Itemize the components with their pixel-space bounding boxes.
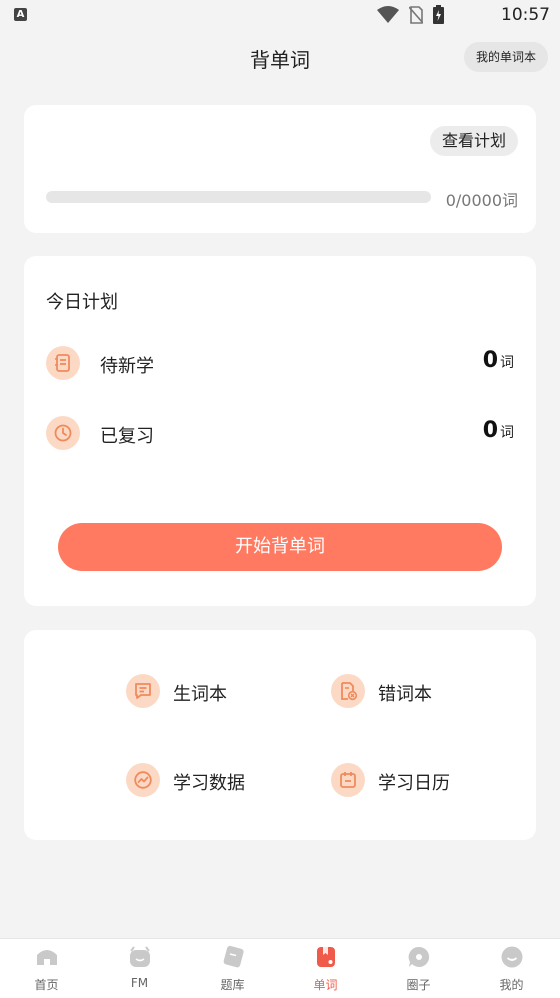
home-icon (37, 950, 57, 965)
study-data-item[interactable]: 学习数据 (126, 761, 306, 801)
status-icons (377, 5, 444, 24)
notebook-icon (46, 346, 80, 380)
stat-number: 0 (482, 418, 498, 443)
view-plan-button[interactable]: 查看计划 (429, 126, 518, 156)
wifi-icon (377, 5, 399, 23)
tab-label: 题库 (220, 978, 245, 992)
clock-icon (46, 416, 80, 450)
word-book-icon (317, 947, 335, 967)
stat-label: 已复习 (100, 426, 154, 447)
header: 背单词 我的单词本 (0, 30, 560, 84)
app-notification-icon: A (14, 8, 27, 21)
tab-question-bank[interactable]: 题库 (186, 939, 279, 998)
wrong-word-doc-icon (331, 674, 365, 708)
stat-value: 0 词 (483, 418, 514, 443)
tab-profile[interactable]: 我的 (465, 939, 558, 998)
wrong-words-book-item[interactable]: 错词本 (331, 672, 511, 712)
reviewed-row: 已复习 0 词 (46, 414, 514, 454)
progress-bar (46, 191, 431, 203)
bottom-tab-bar: 首页 FM 题库 单词 圈子 我的 (0, 938, 560, 998)
tab-home[interactable]: 首页 (0, 939, 93, 998)
status-bar: A 10:57 (0, 0, 560, 30)
tab-label: 圈子 (406, 978, 431, 992)
tab-fm[interactable]: FM (93, 939, 186, 998)
tool-label: 学习数据 (173, 773, 245, 794)
tool-label: 错词本 (378, 684, 432, 705)
no-sim-icon (409, 5, 423, 24)
today-plan-card: 今日计划 待新学 0 词 已复习 0 词 开始背单词 (24, 256, 536, 606)
profile-icon (501, 946, 523, 968)
tool-label: 生词本 (173, 684, 227, 705)
stat-unit: 词 (500, 425, 514, 441)
tab-label: 首页 (34, 978, 59, 992)
stat-unit: 词 (500, 355, 514, 371)
new-words-book-item[interactable]: 生词本 (126, 672, 306, 712)
start-memorize-button[interactable]: 开始背单词 (58, 523, 502, 571)
progress-card: 查看计划 0/0000词 (24, 105, 536, 233)
study-calendar-item[interactable]: 学习日历 (331, 761, 511, 801)
chat-bubble-icon (408, 946, 430, 967)
progress-text: 0/0000词 (445, 191, 518, 210)
today-plan-title: 今日计划 (46, 292, 118, 313)
calendar-icon (331, 763, 365, 797)
message-list-icon (126, 674, 160, 708)
question-bank-icon (223, 945, 244, 968)
status-time: 10:57 (501, 5, 550, 25)
tools-card: 生词本 错词本 学习数据 学习日历 (24, 630, 536, 840)
pending-new-row: 待新学 0 词 (46, 344, 514, 384)
battery-icon (433, 5, 444, 24)
trend-chart-icon (126, 763, 160, 797)
fm-radio-icon (130, 946, 150, 967)
tab-label: 单词 (313, 978, 338, 992)
tab-label: 我的 (499, 978, 524, 992)
stat-number: 0 (482, 348, 498, 373)
tool-label: 学习日历 (378, 773, 450, 794)
tab-label: FM (130, 976, 149, 990)
stat-label: 待新学 (100, 356, 154, 377)
tab-circle[interactable]: 圈子 (372, 939, 465, 998)
my-wordbook-button[interactable]: 我的单词本 (463, 42, 548, 72)
stat-value: 0 词 (483, 348, 514, 373)
tab-words[interactable]: 单词 (279, 939, 372, 998)
